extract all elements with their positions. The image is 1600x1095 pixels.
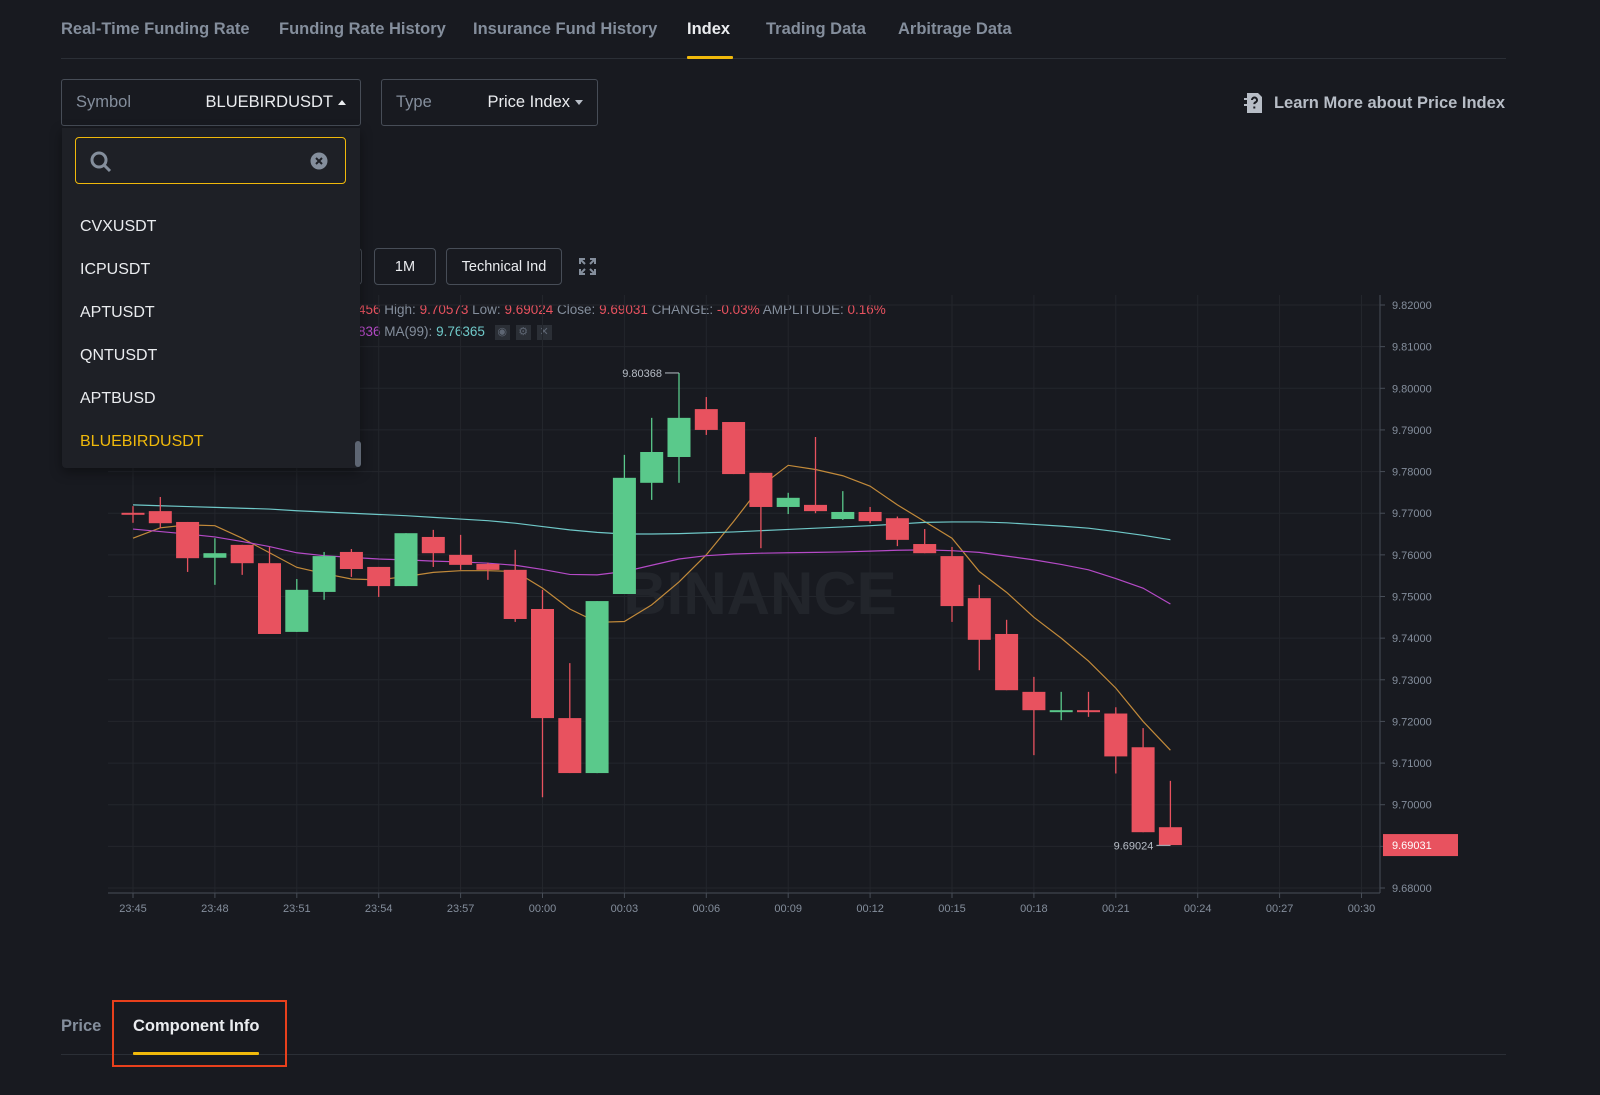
- x-tick-label: 23:45: [119, 903, 147, 915]
- candle-body: [1077, 710, 1100, 713]
- candle-body: [1104, 713, 1128, 757]
- y-tick-label: 9.72000: [1392, 716, 1432, 728]
- y-tick-label: 9.76000: [1392, 550, 1432, 562]
- candle-body: [476, 564, 500, 570]
- candle-body: [1049, 710, 1073, 713]
- candle-body: [285, 589, 309, 632]
- x-tick-label: 00:06: [693, 903, 721, 915]
- x-tick-label: 00:15: [938, 903, 966, 915]
- search-icon: [90, 151, 112, 173]
- candle-body: [940, 556, 964, 607]
- candle-body: [640, 451, 664, 483]
- x-tick-label: 23:51: [283, 903, 311, 915]
- last-price-label: 9.69031: [1392, 840, 1432, 852]
- candle-body: [230, 544, 254, 564]
- candle-body: [421, 536, 445, 554]
- candle-body: [804, 504, 827, 512]
- candle-body: [858, 511, 882, 522]
- candle-body: [394, 533, 418, 587]
- clear-icon[interactable]: [310, 152, 328, 170]
- y-tick-label: 9.70000: [1392, 800, 1432, 812]
- option-qntusdt[interactable]: QNTUSDT: [80, 347, 157, 365]
- y-tick-label: 9.73000: [1392, 675, 1432, 687]
- x-tick-label: 00:30: [1348, 903, 1376, 915]
- candle-body: [1022, 691, 1046, 711]
- candle-body: [148, 511, 172, 524]
- symbol-search-input[interactable]: [75, 137, 346, 184]
- y-tick-label: 9.68000: [1392, 883, 1432, 895]
- high-marker-label: 9.80368: [622, 368, 662, 380]
- option-icpusdt[interactable]: ICPUSDT: [80, 261, 150, 279]
- candle-body: [121, 512, 145, 515]
- x-tick-label: 00:21: [1102, 903, 1130, 915]
- candle-body: [1158, 827, 1182, 846]
- candle-body: [339, 551, 363, 570]
- candle-body: [449, 554, 473, 565]
- y-tick-label: 9.78000: [1392, 467, 1432, 479]
- x-tick-label: 00:09: [774, 903, 802, 915]
- candle-body: [312, 556, 336, 592]
- option-bluebirdusdt[interactable]: BLUEBIRDUSDT: [80, 433, 204, 451]
- y-tick-label: 9.81000: [1392, 342, 1432, 354]
- x-tick-label: 00:00: [529, 903, 557, 915]
- candle-body: [503, 569, 527, 619]
- y-tick-label: 9.79000: [1392, 425, 1432, 437]
- candle-body: [694, 409, 718, 430]
- candle-body: [995, 633, 1019, 691]
- candle-body: [913, 544, 937, 554]
- low-marker-label: 9.69024: [1114, 840, 1154, 852]
- x-tick-label: 00:12: [856, 903, 884, 915]
- x-tick-label: 23:54: [365, 903, 393, 915]
- candle-body: [612, 477, 636, 595]
- option-aptbusd[interactable]: APTBUSD: [80, 390, 156, 408]
- x-tick-label: 00:18: [1020, 903, 1048, 915]
- candle-body: [176, 521, 200, 559]
- y-tick-label: 9.74000: [1392, 633, 1432, 645]
- x-tick-label: 00:24: [1184, 903, 1212, 915]
- candle-body: [367, 566, 391, 587]
- symbol-dropdown: CVXUSDT ICPUSDT APTUSDT QNTUSDT APTBUSD …: [62, 128, 361, 468]
- candle-body: [258, 563, 281, 634]
- candle-body: [967, 598, 991, 640]
- candle-body: [776, 497, 800, 507]
- candle-body: [531, 608, 554, 719]
- candle-body: [667, 417, 691, 457]
- y-tick-label: 9.80000: [1392, 383, 1432, 395]
- dropdown-scrollbar[interactable]: [355, 441, 361, 467]
- candle-body: [1131, 747, 1155, 833]
- option-cvxusdt[interactable]: CVXUSDT: [80, 218, 156, 236]
- candle-body: [585, 601, 609, 774]
- candle-body: [722, 422, 746, 475]
- candle-body: [831, 511, 855, 520]
- candle-body: [749, 472, 773, 507]
- x-tick-label: 23:48: [201, 903, 229, 915]
- y-tick-label: 9.77000: [1392, 508, 1432, 520]
- option-aptusdt[interactable]: APTUSDT: [80, 304, 155, 322]
- y-tick-label: 9.75000: [1392, 592, 1432, 604]
- x-tick-label: 23:57: [447, 903, 475, 915]
- ma-line-MA99: [132, 504, 1171, 541]
- candle-body: [558, 718, 582, 774]
- x-tick-label: 00:27: [1266, 903, 1294, 915]
- y-tick-label: 9.82000: [1392, 300, 1432, 312]
- candle-body: [885, 518, 909, 540]
- y-tick-label: 9.71000: [1392, 758, 1432, 770]
- x-tick-label: 00:03: [611, 903, 639, 915]
- candle-body: [203, 553, 227, 558]
